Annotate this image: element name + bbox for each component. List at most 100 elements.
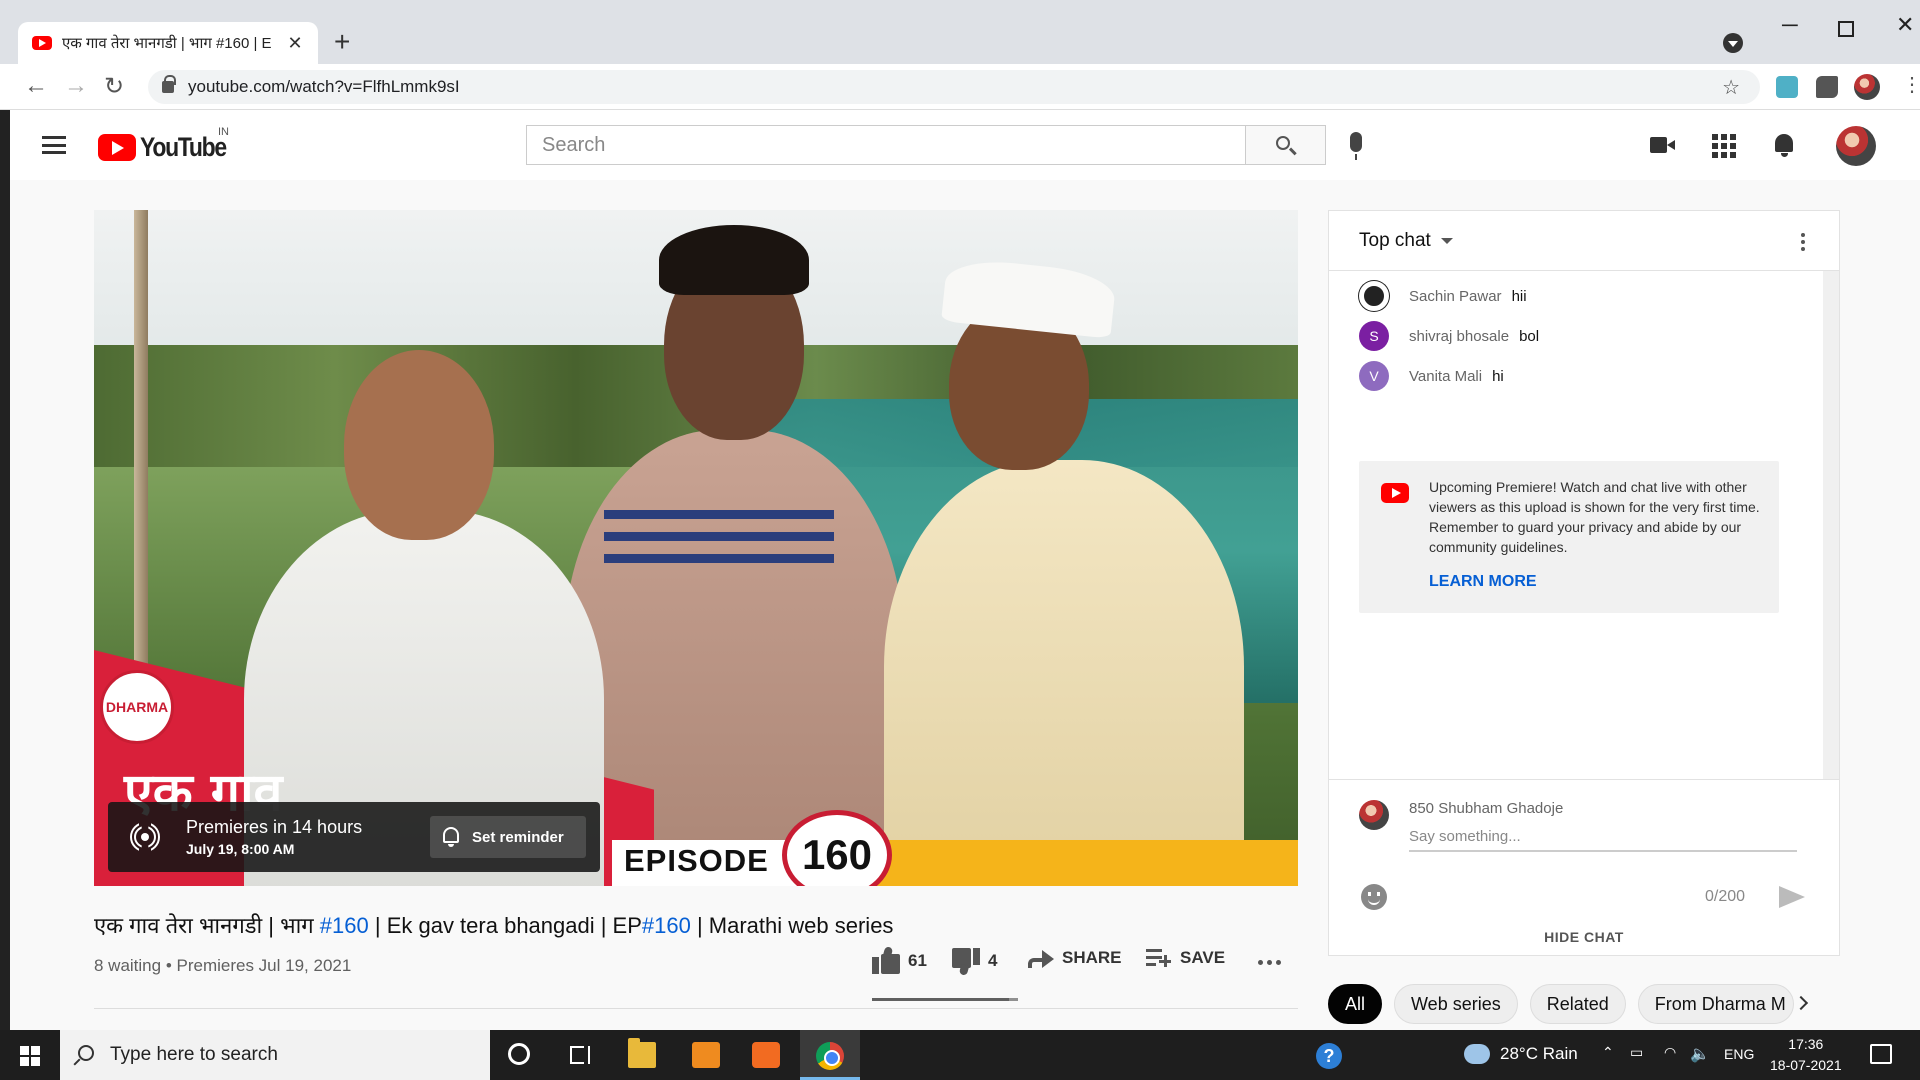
learn-more-link[interactable]: LEARN MORE [1429,573,1537,591]
dislike-button[interactable]: 4 [952,948,997,976]
file-explorer-icon[interactable] [628,1038,656,1068]
chat-input-underline [1409,850,1797,852]
menu-icon[interactable] [42,136,66,154]
chat-scrollbar[interactable] [1823,271,1839,779]
chat-author[interactable]: Vanita Mali [1409,368,1482,385]
tab-close-icon[interactable]: ✕ [286,33,304,54]
cortana-icon[interactable] [508,1043,530,1065]
browser-tab[interactable]: एक गाव तेरा भानगडी | भाग #160 | E ✕ [18,22,318,64]
hashtag-link[interactable]: #160 [642,913,691,938]
tab-search-icon[interactable] [1723,33,1743,53]
chrome-menu-icon[interactable]: ⋮ [1902,72,1920,97]
chat-mode-label: Top chat [1359,229,1431,251]
chip-all[interactable]: All [1328,984,1383,1024]
extensions-puzzle-icon[interactable] [1816,76,1838,98]
forward-icon[interactable]: → [64,72,88,100]
profile-avatar[interactable] [1854,74,1880,100]
premiere-overlay: Premieres in 14 hours July 19, 8:00 AM S… [108,802,600,872]
bell-icon [442,827,460,847]
chrome-taskbar-button[interactable] [800,1030,860,1080]
chat-author[interactable]: Sachin Pawar [1409,288,1502,305]
wifi-icon[interactable]: ◠ [1664,1044,1676,1061]
minimize-icon[interactable]: ─ [1782,12,1798,38]
live-broadcast-icon [130,822,160,852]
address-bar[interactable]: youtube.com/watch?v=FlfhLmmk9sI ☆ [148,70,1760,104]
apps-grid-icon[interactable] [1710,132,1736,158]
voice-search-icon[interactable] [1350,132,1362,160]
share-icon [1028,948,1054,968]
account-avatar[interactable] [1836,126,1876,166]
windows-start-icon[interactable] [20,1046,40,1066]
youtube-favicon-icon [32,36,52,50]
chevron-right-icon[interactable] [1793,995,1809,1011]
weather-text[interactable]: 28°C Rain [1500,1044,1578,1064]
back-icon[interactable]: ← [24,72,48,100]
chip-from-dharma[interactable]: From Dharma M [1637,984,1794,1024]
bookmark-star-icon[interactable]: ☆ [1722,75,1740,100]
chat-messages: Sachin Pawar hii S shivraj bhosale bol V… [1329,271,1825,779]
divider [94,1008,1298,1009]
taskbar-clock[interactable]: 17:36 18-07-2021 [1770,1034,1842,1076]
premiere-notice: Upcoming Premiere! Watch and chat live w… [1359,461,1779,613]
battery-icon[interactable]: ▭ [1630,1044,1643,1061]
search-icon [1276,136,1290,150]
thumbs-down-icon [952,948,980,976]
search-input[interactable]: Search [526,125,1246,165]
youtube-logo-icon [98,134,136,161]
extension-icon[interactable] [1776,76,1798,98]
save-button[interactable]: SAVE [1146,948,1225,968]
new-tab-icon[interactable]: + [334,26,350,58]
episode-label: EPISODE [624,843,769,878]
task-view-icon[interactable] [566,1042,594,1068]
video-title: एक गाव तेरा भानगडी | भाग #160 | Ek gav t… [94,910,893,940]
emoji-icon[interactable] [1361,884,1387,910]
chat-user-name: 850 Shubham Ghadoje [1409,800,1564,817]
help-icon[interactable]: ? [1316,1043,1342,1069]
hashtag-link[interactable]: #160 [320,913,369,938]
more-actions-button[interactable] [1258,960,1281,965]
create-video-icon[interactable] [1650,132,1676,158]
browser-toolbar: ← → ↻ youtube.com/watch?v=FlfhLmmk9sI ☆ … [0,64,1920,110]
sublime-text-icon[interactable] [692,1042,720,1068]
tray-chevron-icon[interactable]: ⌃ [1602,1044,1614,1061]
notifications-bell-icon[interactable] [1772,132,1798,158]
video-meta: 8 waiting • Premieres Jul 19, 2021 [94,956,352,975]
maximize-icon[interactable] [1838,21,1854,37]
more-horizontal-icon [1258,960,1281,965]
chat-more-icon[interactable] [1801,233,1805,251]
youtube-page: YouTube IN Search एक गाव DHARMA EPISODE [10,110,1920,1030]
hide-chat-button[interactable]: HIDE CHAT [1329,919,1839,955]
video-title-part: | Marathi web series [690,913,894,938]
shirt-stripe [604,532,834,541]
chat-text: hi [1492,367,1504,385]
youtube-logo-text: YouTube [140,132,227,162]
volume-icon[interactable]: 🔈 [1690,1044,1710,1064]
share-button[interactable]: SHARE [1028,948,1122,968]
save-label: SAVE [1180,948,1226,967]
chip-web-series[interactable]: Web series [1394,984,1518,1024]
set-reminder-button[interactable]: Set reminder [430,816,586,858]
send-icon[interactable] [1779,886,1805,908]
chip-related[interactable]: Related [1529,984,1626,1024]
xampp-icon[interactable] [752,1042,780,1068]
chat-author[interactable]: shivraj bhosale [1409,328,1509,345]
like-button[interactable]: 61 [872,946,927,974]
search-placeholder: Search [542,133,606,156]
shirt-stripe [604,510,834,519]
chat-message-input[interactable]: Say something... [1409,828,1521,845]
window-close-icon[interactable]: ✕ [1896,12,1914,38]
language-indicator[interactable]: ENG [1724,1046,1754,1062]
chat-mode-dropdown[interactable]: Top chat [1329,211,1839,271]
taskbar-search-input[interactable]: Type here to search [60,1030,490,1080]
weather-rain-icon[interactable] [1464,1044,1490,1064]
video-player[interactable]: एक गाव DHARMA EPISODE 160 Premieres in 1… [94,210,1298,886]
search-button[interactable] [1246,125,1326,165]
taskbar-search-placeholder: Type here to search [110,1044,278,1065]
like-ratio-fill [872,998,1010,1001]
youtube-header: YouTube IN Search [10,110,1920,180]
thumbnail-person-left-head [344,350,494,540]
lock-icon[interactable] [162,75,176,93]
notification-center-icon[interactable] [1870,1044,1892,1064]
thumbs-up-icon [872,946,900,974]
reload-icon[interactable]: ↻ [104,72,124,101]
